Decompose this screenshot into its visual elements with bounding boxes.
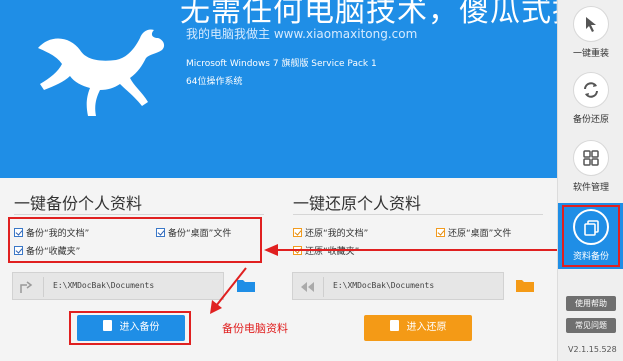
checkbox-checked-icon[interactable] <box>436 228 445 237</box>
annotation-label: 备份电脑资料 <box>222 322 288 335</box>
main-panel: 一键备份个人资料 备份“我的文档” 备份“桌面”文件 备份“收藏夹” E:\XM… <box>0 178 557 361</box>
document-icon <box>389 320 399 331</box>
refresh-icon <box>573 72 609 108</box>
path-separator <box>323 277 324 297</box>
sidebar-item-label: 软件管理 <box>572 183 609 193</box>
highlight-box-sidebar <box>562 205 620 267</box>
share-icon <box>20 281 33 293</box>
backup-title: 一键备份个人资料 <box>14 194 143 213</box>
horse-logo-icon <box>38 29 165 117</box>
checkbox-checked-icon[interactable] <box>293 228 302 237</box>
path-separator <box>43 277 44 297</box>
cursor-icon <box>573 6 609 42</box>
help-button[interactable]: 使用帮助 <box>566 296 616 311</box>
checkbox-checked-icon[interactable] <box>293 246 302 255</box>
highlight-box-backup-button <box>69 311 191 345</box>
folder-icon[interactable] <box>516 278 534 292</box>
folder-icon[interactable] <box>237 278 255 292</box>
sidebar-item-label: 一键重装 <box>572 49 609 59</box>
version-text: V2.1.15.528 <box>568 345 617 354</box>
sidebar: 一键重装 备份还原 软件管理 资料备份 使用帮助 常见问题 V2.1.15.52… <box>557 0 623 361</box>
os-arch: 64位操作系统 <box>186 77 243 87</box>
restore-option-documents[interactable]: 还原“我的文档” <box>293 226 368 239</box>
header-banner: 无需任何电脑技术，傻瓜式操作 我的电脑我做主 www.xiaomaxitong.… <box>0 0 557 178</box>
os-name: Microsoft Windows 7 旗舰版 Service Pack 1 <box>186 59 377 69</box>
backup-path-field[interactable]: E:\XMDocBak\Documents <box>12 272 224 300</box>
rewind-icon <box>301 282 314 292</box>
faq-button[interactable]: 常见问题 <box>566 318 616 333</box>
backup-divider <box>14 214 264 215</box>
grid-icon <box>573 140 609 176</box>
restore-option-desktop[interactable]: 还原“桌面”文件 <box>436 226 511 239</box>
restore-divider <box>293 214 543 215</box>
highlight-box-options <box>8 217 262 263</box>
sidebar-item-backup-restore[interactable]: 备份还原 <box>558 66 623 130</box>
sidebar-item-reinstall[interactable]: 一键重装 <box>558 0 623 64</box>
backup-path-text: E:\XMDocBak\Documents <box>53 281 155 290</box>
restore-title: 一键还原个人资料 <box>293 194 422 213</box>
enter-restore-button[interactable]: 进入还原 <box>364 315 472 341</box>
restore-path-text: E:\XMDocBak\Documents <box>333 281 435 290</box>
restore-path-field[interactable]: E:\XMDocBak\Documents <box>292 272 504 300</box>
restore-option-favorites[interactable]: 还原“收藏夹” <box>293 244 359 257</box>
website-text: 我的电脑我做主 www.xiaomaxitong.com <box>186 27 418 41</box>
sidebar-item-label: 备份还原 <box>572 115 609 125</box>
sidebar-item-software[interactable]: 软件管理 <box>558 134 623 198</box>
app-window: 无需任何电脑技术，傻瓜式操作 我的电脑我做主 www.xiaomaxitong.… <box>0 0 623 361</box>
